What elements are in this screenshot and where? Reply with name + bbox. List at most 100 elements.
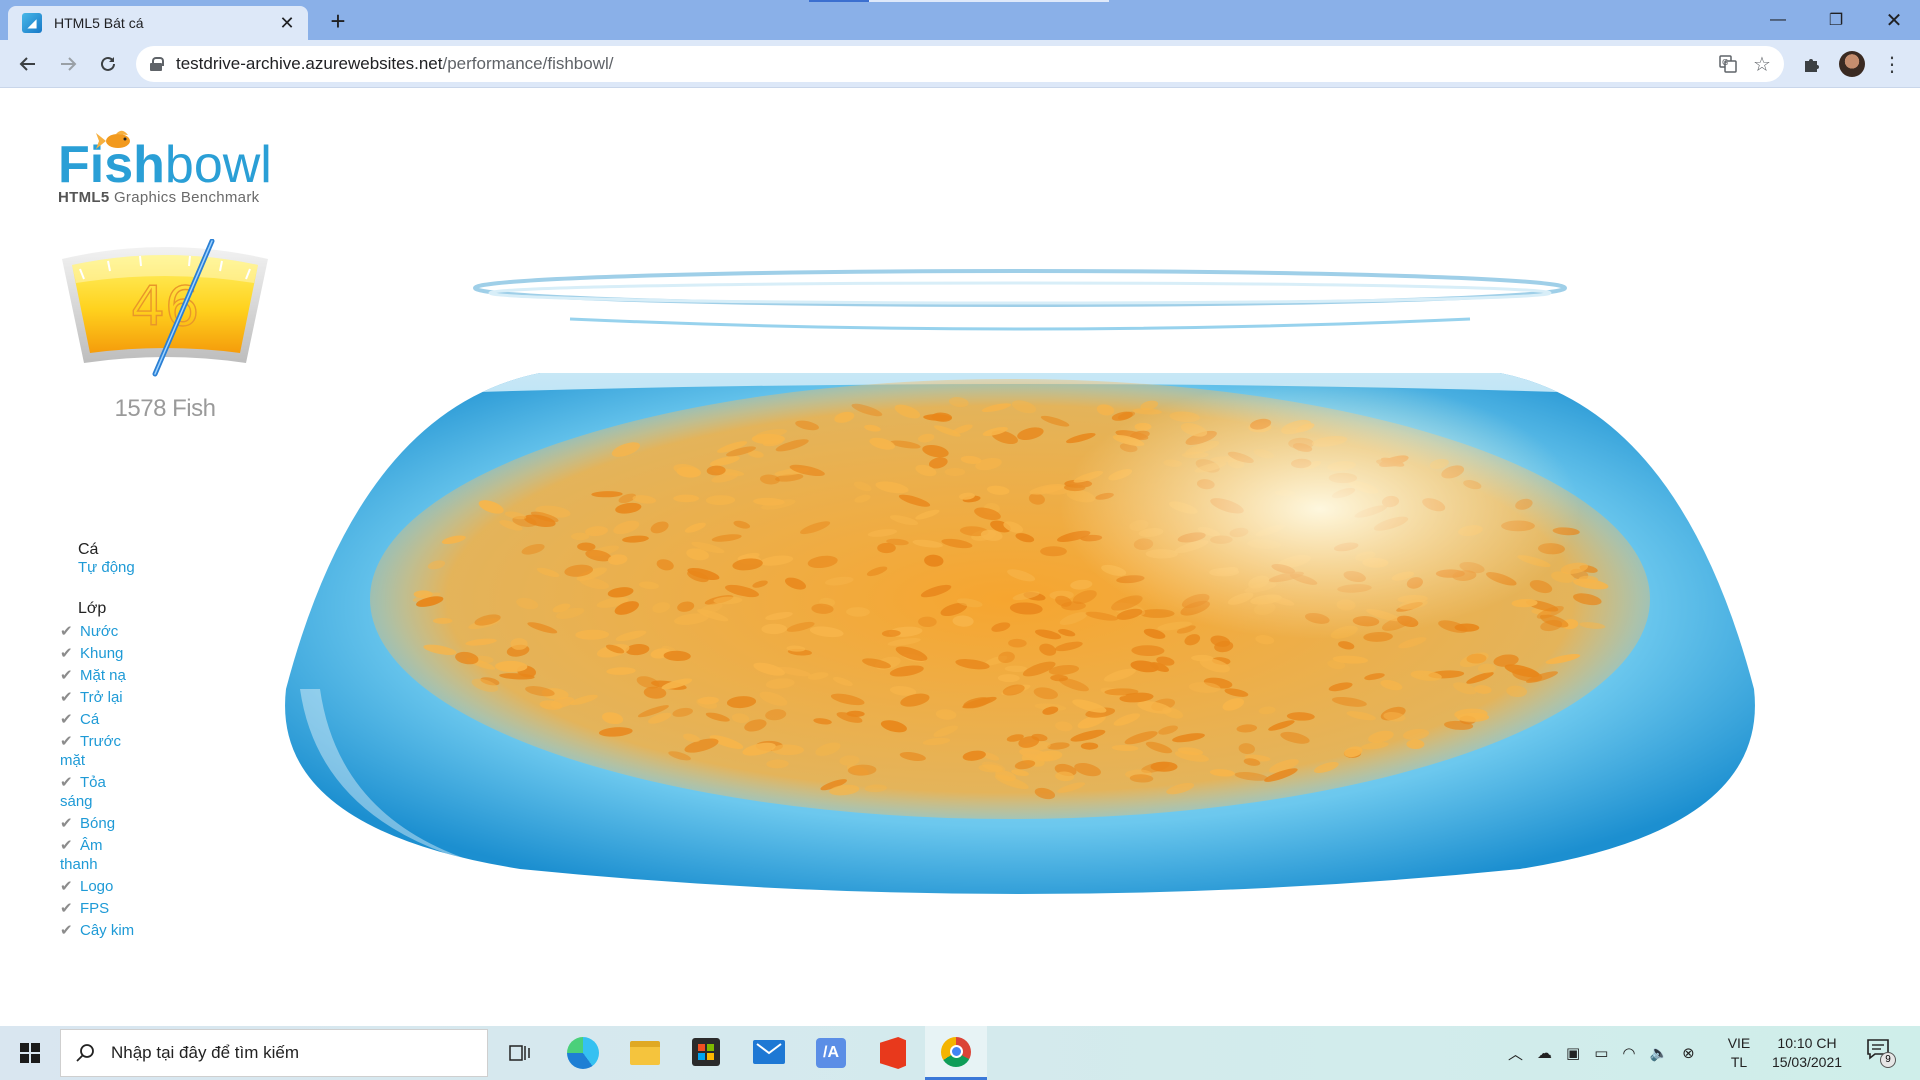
- url-text[interactable]: testdrive-archive.azurewebsites.net/perf…: [176, 54, 614, 74]
- checkmark-icon: ✔: [60, 900, 73, 917]
- layer-label: Âm: [80, 837, 103, 854]
- layer-list: Lớp ✔ Nước ✔ Khung ✔ Mặt nạ ✔ Trở lại ✔ Cá ✔ Trước m…: [60, 600, 150, 940]
- layer-toggle[interactable]: ✔ Nước: [60, 622, 150, 641]
- volume-icon[interactable]: 🔈: [1649, 1044, 1668, 1062]
- layer-toggle[interactable]: ✔ Âm thanh: [60, 836, 150, 874]
- meet-icon[interactable]: ▣: [1566, 1044, 1580, 1062]
- reload-icon: [101, 56, 115, 71]
- layer-label: Trước: [80, 733, 121, 750]
- start-button[interactable]: [0, 1026, 60, 1080]
- wifi-icon[interactable]: ◠: [1622, 1044, 1635, 1062]
- search-icon: [76, 1044, 94, 1062]
- lock-icon[interactable]: [150, 57, 164, 71]
- layer-toggle[interactable]: ✔ Khung: [60, 644, 150, 663]
- url-path: /performance/fishbowl/: [442, 54, 614, 73]
- blocked-icon[interactable]: ⊗: [1682, 1044, 1695, 1062]
- mail-icon[interactable]: [753, 1040, 785, 1064]
- fish-mode-link[interactable]: Tự động: [78, 559, 150, 576]
- layer-toggle[interactable]: ✔ FPS: [60, 899, 150, 918]
- new-tab-button[interactable]: +: [322, 6, 354, 38]
- checkmark-icon: ✔: [60, 878, 73, 895]
- tab-active[interactable]: ◢ HTML5 Bát cá ✕: [8, 6, 308, 40]
- fishbowl-logo: Fishbowl HTML5 Graphics Benchmark: [58, 130, 272, 206]
- taskbar: Nhập tại đây để tìm kiếm /A ︿ ☁ ▣ ▭ ◠ 🔈 …: [0, 1026, 1920, 1080]
- close-window-button[interactable]: ✕: [1865, 0, 1920, 40]
- clock-date: 15/03/2021: [1771, 1054, 1843, 1070]
- extensions-icon[interactable]: [1796, 48, 1828, 80]
- fishbowl-canvas: [285, 269, 1755, 894]
- windows-icon: [20, 1043, 40, 1063]
- layer-toggle[interactable]: ✔ Mặt nạ: [60, 666, 150, 685]
- layer-items: ✔ Nước ✔ Khung ✔ Mặt nạ ✔ Trở lại ✔ Cá ✔ Trước mặt ✔ T…: [60, 622, 150, 940]
- notifications-button[interactable]: 9: [1866, 1038, 1898, 1070]
- checkmark-icon: ✔: [60, 623, 73, 640]
- reload-button[interactable]: [92, 48, 124, 80]
- address-bar[interactable]: testdrive-archive.azurewebsites.net/perf…: [136, 46, 1784, 82]
- arrow-left-icon: [19, 57, 35, 71]
- light-glow: [1060, 379, 1580, 639]
- fps-readout: 46: [131, 275, 200, 338]
- layer-label: FPS: [80, 900, 110, 917]
- clock[interactable]: 10:10 CH 15/03/2021: [1764, 1034, 1850, 1072]
- app-icon[interactable]: /A: [816, 1038, 846, 1068]
- fish-count: 1578 Fish: [114, 395, 216, 422]
- chrome-taskbar-button[interactable]: [925, 1026, 987, 1080]
- loading-indicator-track: [869, 0, 1109, 2]
- search-placeholder: Nhập tại đây để tìm kiếm: [111, 1043, 300, 1062]
- layer-label: Mặt nạ: [80, 667, 126, 684]
- layer-toggle[interactable]: ✔ Cây kim: [60, 921, 150, 940]
- translate-icon[interactable]: G: [1712, 46, 1744, 82]
- checkmark-icon: ✔: [60, 733, 73, 750]
- onedrive-icon[interactable]: ☁: [1537, 1044, 1552, 1062]
- url-domain: testdrive-archive.azurewebsites.net: [176, 54, 443, 73]
- bookmark-star-icon[interactable]: ☆: [1746, 46, 1778, 82]
- svg-text:G: G: [1722, 58, 1728, 67]
- close-tab-icon[interactable]: ✕: [276, 13, 298, 34]
- layer-toggle[interactable]: ✔ Tỏa sáng: [60, 773, 150, 811]
- clock-time: 10:10 CH: [1777, 1035, 1837, 1051]
- checkmark-icon: ✔: [60, 711, 73, 728]
- tab-title: HTML5 Bát cá: [54, 15, 144, 31]
- restore-button[interactable]: ❐: [1807, 0, 1865, 40]
- language-layout: TL: [1730, 1054, 1748, 1070]
- checkmark-icon: ✔: [60, 837, 73, 854]
- browser-menu-icon[interactable]: ⋮: [1876, 48, 1908, 80]
- checkmark-icon: ✔: [60, 922, 73, 939]
- layer-label: Tỏa: [80, 774, 106, 791]
- tab-strip: ◢ HTML5 Bát cá ✕ + — ❐ ✕: [0, 0, 1920, 40]
- battery-icon[interactable]: ▭: [1594, 1044, 1608, 1062]
- logo-subtitle-rest: Graphics Benchmark: [109, 189, 260, 206]
- task-view-icon[interactable]: [500, 1038, 540, 1068]
- chevron-up-icon[interactable]: ︿: [1508, 1043, 1523, 1064]
- layer-toggle[interactable]: ✔ Trước mặt: [60, 732, 150, 770]
- office-icon[interactable]: [880, 1037, 906, 1069]
- settings-panel: Cá Tự động Lớp ✔ Nước ✔ Khung ✔ Mặt nạ ✔ Trở lạ…: [60, 541, 150, 940]
- layer-toggle[interactable]: ✔ Cá: [60, 710, 150, 729]
- store-icon[interactable]: [692, 1038, 720, 1066]
- fps-gauge: 46: [62, 239, 268, 377]
- edge-icon[interactable]: [567, 1037, 599, 1069]
- layer-label-continued: sáng: [60, 793, 93, 810]
- layer-label: Trở lại: [80, 689, 123, 706]
- layer-label: Bóng: [80, 815, 116, 832]
- layer-label: Cây kim: [80, 922, 135, 939]
- checkmark-icon: ✔: [60, 774, 73, 791]
- minimize-button[interactable]: —: [1749, 0, 1807, 40]
- layer-heading: Lớp: [78, 600, 107, 617]
- file-explorer-icon[interactable]: [630, 1041, 660, 1065]
- taskbar-search[interactable]: Nhập tại đây để tìm kiếm: [60, 1029, 488, 1077]
- layer-label: Cá: [80, 711, 100, 728]
- layer-toggle[interactable]: ✔ Trở lại: [60, 688, 150, 707]
- chrome-icon: [941, 1036, 971, 1067]
- layer-label: Nước: [80, 623, 119, 640]
- input-language[interactable]: VIE TL: [1722, 1034, 1756, 1072]
- layer-toggle[interactable]: ✔ Logo: [60, 877, 150, 896]
- back-button[interactable]: [12, 48, 44, 80]
- layer-toggle[interactable]: ✔ Bóng: [60, 814, 150, 833]
- browser-toolbar: testdrive-archive.azurewebsites.net/perf…: [0, 40, 1920, 88]
- forward-button[interactable]: [52, 48, 84, 80]
- profile-avatar[interactable]: [1836, 48, 1868, 80]
- layer-label: Khung: [80, 645, 124, 662]
- loading-indicator: [809, 0, 869, 2]
- site-favicon-icon: ◢: [22, 13, 42, 33]
